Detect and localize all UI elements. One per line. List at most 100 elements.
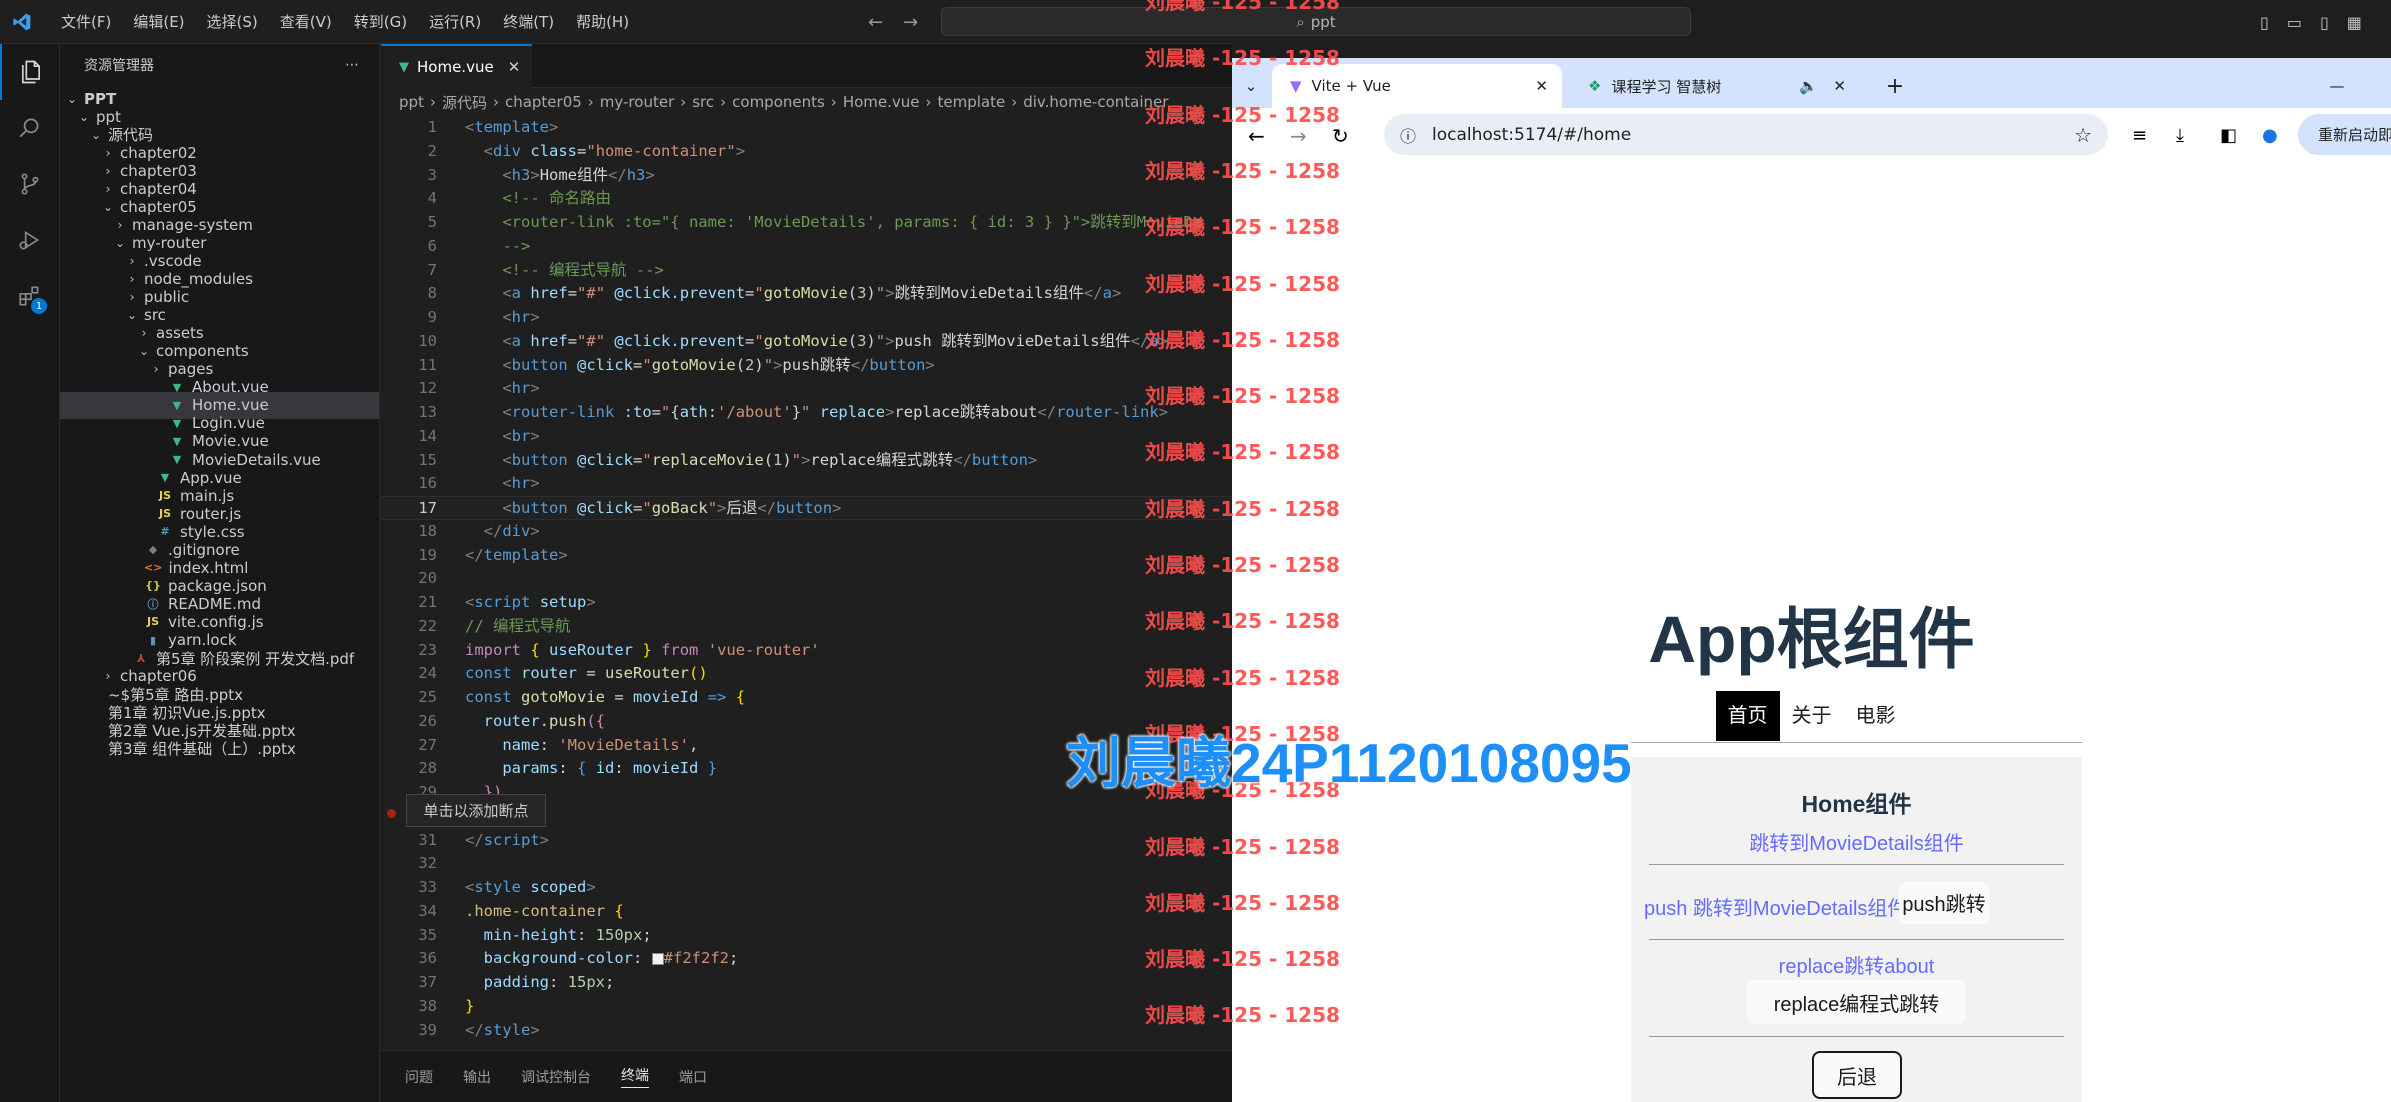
- forward-arrow-icon[interactable]: →: [903, 12, 918, 33]
- code-line[interactable]: 8 <a href="#" @click.prevent="gotoMovie(…: [381, 282, 1232, 306]
- watermark-text: 刘晨曦 -125 - 1258: [1145, 496, 1340, 521]
- code-line[interactable]: 37 padding: 15px;: [381, 971, 1232, 995]
- relaunch-button[interactable]: 重新启动即: [2298, 114, 2391, 155]
- code-line[interactable]: 4 <!-- 命名路由: [381, 187, 1232, 211]
- replace-programmatic-button[interactable]: replace编程式跳转: [1747, 980, 1966, 1024]
- code-text: const router = useRouter(): [465, 664, 708, 683]
- tree-file[interactable]: 第3章 组件基础（上）.pptx: [60, 735, 379, 762]
- tab-home-vue[interactable]: ▼ Home.vue ✕: [381, 44, 533, 88]
- code-line[interactable]: 19 </template>: [381, 544, 1232, 568]
- code-line[interactable]: 34 .home-container {: [381, 900, 1232, 924]
- toggle-sidebar-icon[interactable]: ▯: [2260, 13, 2269, 32]
- code-line[interactable]: 25 const gotoMovie = movieId => {: [381, 686, 1232, 710]
- code-line[interactable]: 9 <hr>: [381, 306, 1232, 330]
- replace-about-link[interactable]: replace跳转about: [1779, 956, 1935, 978]
- nav-home-link[interactable]: 首页: [1715, 691, 1780, 741]
- toggle-secondary-icon[interactable]: ▯: [2320, 13, 2329, 32]
- download-icon[interactable]: ⤓: [2176, 125, 2184, 146]
- panel-tab[interactable]: 端口: [679, 1067, 707, 1087]
- source-control-icon[interactable]: [0, 156, 60, 212]
- code-line[interactable]: 35 min-height: 150px;: [381, 924, 1232, 948]
- breadcrumb-item[interactable]: 源代码: [442, 92, 487, 113]
- code-line[interactable]: 21 <script setup>: [381, 591, 1232, 615]
- breadcrumb-item[interactable]: chapter05: [505, 93, 582, 111]
- code-line[interactable]: 23 import { useRouter } from 'vue-router': [381, 639, 1232, 663]
- code-line[interactable]: 2 <div class="home-container">: [381, 140, 1232, 164]
- address-bar[interactable]: ⓘ localhost:5174/#/home ☆: [1384, 114, 2108, 155]
- code-line[interactable]: 31 </script>: [381, 829, 1232, 853]
- code-line[interactable]: 38}: [381, 995, 1232, 1019]
- code-line[interactable]: 18 </div>: [381, 520, 1232, 544]
- goto-moviedetails-link[interactable]: 跳转到MovieDetails组件: [1749, 833, 1963, 855]
- code-line[interactable]: 3 <h3>Home组件</h3>: [381, 164, 1232, 188]
- menu-item[interactable]: 转到(G): [343, 0, 418, 44]
- code-line[interactable]: 36 background-color: #f2f2f2;: [381, 947, 1232, 971]
- breadcrumb-item[interactable]: ppt: [399, 93, 424, 111]
- vite-favicon-icon: ▼: [1290, 77, 1302, 95]
- menu-item[interactable]: 帮助(H): [565, 0, 640, 44]
- sidepanel-icon[interactable]: ◧: [2220, 125, 2237, 146]
- breadcrumb-item[interactable]: Home.vue: [843, 93, 920, 111]
- push-button[interactable]: push跳转: [1899, 881, 1989, 924]
- nav-movie-link[interactable]: 电影: [1844, 691, 1908, 741]
- code-line[interactable]: 20: [381, 567, 1232, 591]
- minimize-icon[interactable]: —: [2322, 64, 2352, 108]
- profile-icon[interactable]: ●: [2262, 125, 2278, 146]
- breadcrumb-item[interactable]: my-router: [600, 93, 674, 111]
- site-info-icon[interactable]: ⓘ: [1400, 123, 1416, 147]
- more-actions-icon[interactable]: ⋯: [345, 57, 359, 73]
- customize-layout-icon[interactable]: ▦: [2347, 13, 2362, 32]
- menu-item[interactable]: 终端(T): [492, 0, 565, 44]
- command-center-text: ppt: [1310, 12, 1336, 31]
- panel-tab[interactable]: 调试控制台: [521, 1067, 591, 1087]
- nav-about-link[interactable]: 关于: [1780, 691, 1844, 741]
- run-debug-icon[interactable]: [0, 212, 60, 268]
- panel-tab[interactable]: 终端: [621, 1065, 649, 1088]
- code-line[interactable]: 24 const router = useRouter(): [381, 662, 1232, 686]
- code-line[interactable]: 12 <hr>: [381, 377, 1232, 401]
- code-line[interactable]: 16 <hr>: [381, 472, 1232, 496]
- code-line[interactable]: 7 <!-- 编程式导航 -->: [381, 259, 1232, 283]
- code-line[interactable]: 15 <button @click="replaceMovie(1)">repl…: [381, 449, 1232, 473]
- code-line[interactable]: 6 -->: [381, 235, 1232, 259]
- code-line[interactable]: 39 </style>: [381, 1019, 1232, 1043]
- media-icon[interactable]: ≡: [2132, 125, 2147, 146]
- push-goto-moviedetails-link[interactable]: push 跳转到MovieDetails组件: [1644, 892, 1907, 921]
- code-line[interactable]: 32: [381, 852, 1232, 876]
- browser-tab-course[interactable]: ❖ 课程学习 智慧树 🔈 ✕: [1570, 64, 1860, 108]
- new-tab-icon[interactable]: +: [1880, 64, 1910, 108]
- breadcrumb-item[interactable]: src: [692, 93, 714, 111]
- close-tab-icon[interactable]: ✕: [1535, 77, 1548, 95]
- go-back-button[interactable]: 后退: [1812, 1051, 1902, 1099]
- panel-tab[interactable]: 输出: [463, 1067, 491, 1087]
- audio-icon[interactable]: 🔈: [1799, 77, 1818, 95]
- search-icon[interactable]: [0, 100, 60, 156]
- code-line[interactable]: 33 <style scoped>: [381, 876, 1232, 900]
- code-line[interactable]: 5 <router-link :to="{ name: 'MovieDetail…: [381, 211, 1232, 235]
- code-line[interactable]: 22 // 编程式导航: [381, 615, 1232, 639]
- code-line[interactable]: 13 <router-link :to="{ath:'/about'}" rep…: [381, 401, 1232, 425]
- code-line[interactable]: 10 <a href="#" @click.prevent="gotoMovie…: [381, 330, 1232, 354]
- close-icon[interactable]: ✕: [508, 58, 521, 76]
- code-line[interactable]: 14 <br>: [381, 425, 1232, 449]
- panel-tab[interactable]: 问题: [405, 1067, 433, 1087]
- explorer-icon[interactable]: [0, 44, 60, 100]
- breakpoint-hint-icon[interactable]: [387, 809, 396, 818]
- code-line[interactable]: 11 <button @click="gotoMovie(2)">push跳转<…: [381, 354, 1232, 378]
- back-arrow-icon[interactable]: ←: [868, 12, 883, 33]
- panel-tabs: 问题 输出 调试控制台 终端 端口: [381, 1050, 1232, 1102]
- menu-item[interactable]: 编辑(E): [122, 0, 195, 44]
- menu-item[interactable]: 查看(V): [269, 0, 343, 44]
- menu-item[interactable]: 选择(S): [196, 0, 269, 44]
- menu-item[interactable]: 文件(F): [50, 0, 122, 44]
- bookmark-star-icon[interactable]: ☆: [2074, 123, 2092, 147]
- extensions-icon[interactable]: 1: [0, 268, 60, 324]
- code-line[interactable]: 17 <button @click="goBack">后退</button>: [381, 496, 1232, 520]
- code-editor[interactable]: 1 <template> 2 <div class="home-container"…: [381, 116, 1232, 1086]
- toggle-panel-icon[interactable]: ▭: [2287, 13, 2302, 32]
- code-line[interactable]: 1 <template>: [381, 116, 1232, 140]
- close-tab-icon[interactable]: ✕: [1833, 77, 1846, 95]
- menu-item[interactable]: 运行(R): [418, 0, 492, 44]
- breadcrumb-item[interactable]: components: [732, 93, 825, 111]
- breadcrumb-item[interactable]: template: [938, 93, 1006, 111]
